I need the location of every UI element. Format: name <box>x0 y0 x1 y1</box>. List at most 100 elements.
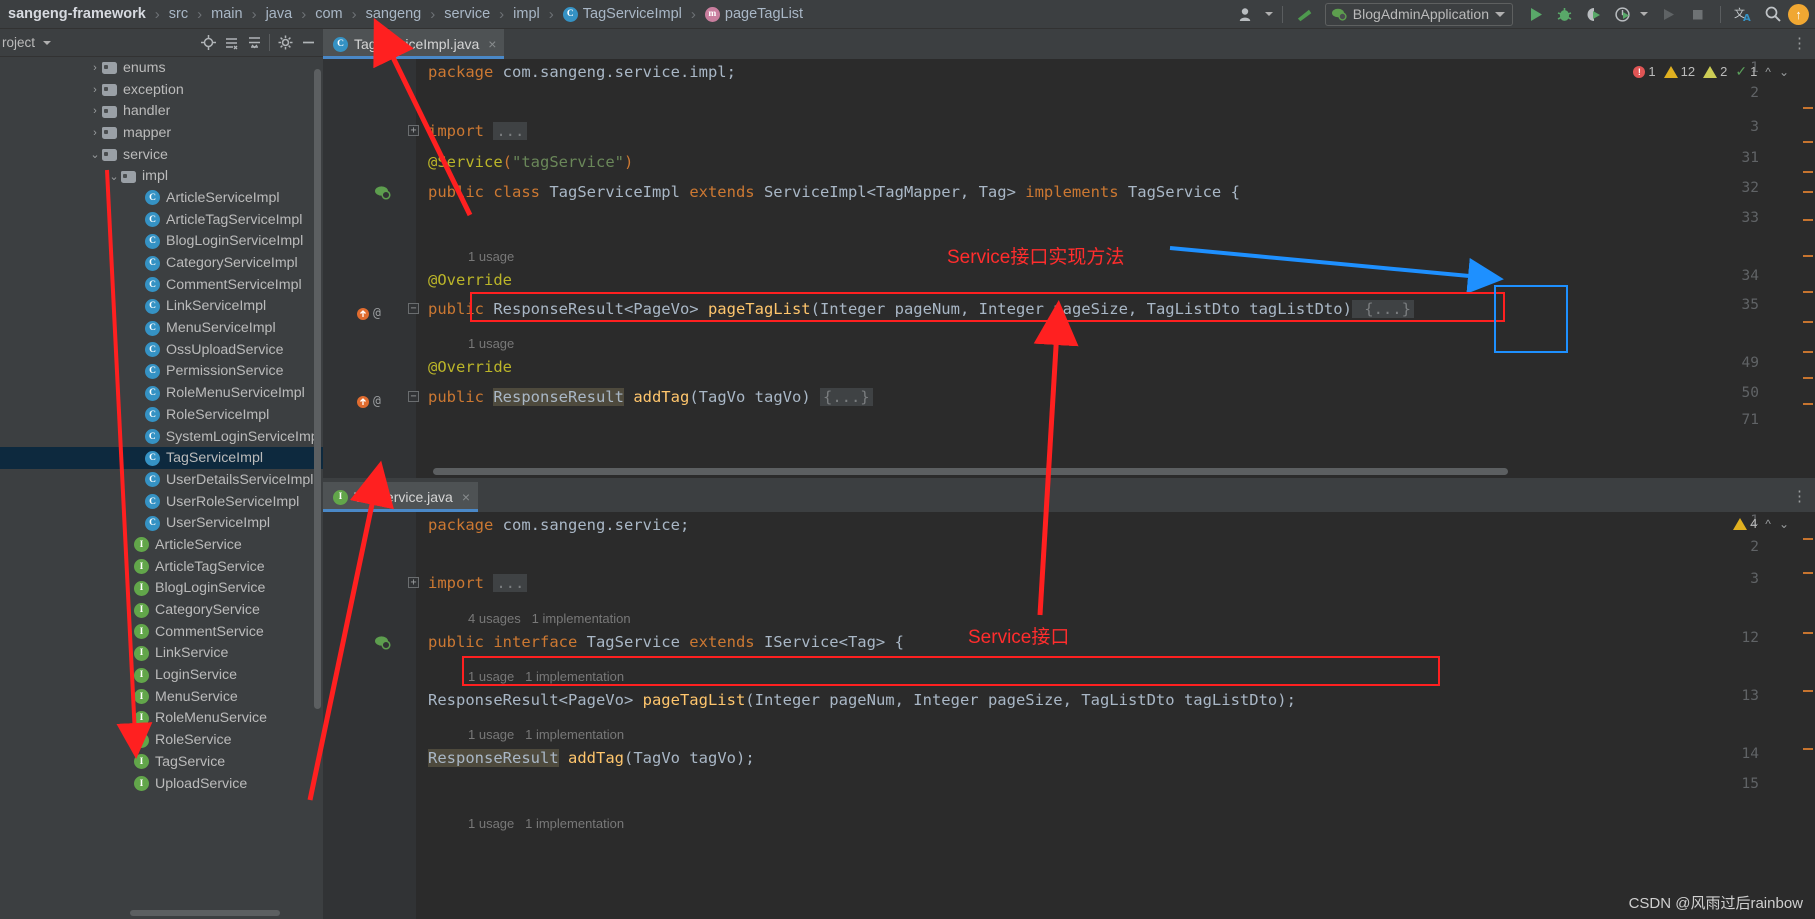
implementing-method-icon[interactable] <box>356 395 370 409</box>
implementing-method-icon[interactable] <box>356 307 370 321</box>
tree-item-blogloginservice[interactable]: I BlogLoginService <box>0 578 323 600</box>
tree-item-menuservice[interactable]: I MenuService <box>0 686 323 708</box>
usage-hint[interactable]: 4 usages 1 implementation <box>468 606 631 631</box>
fold-toggle-icon[interactable]: + <box>408 125 419 136</box>
code-line[interactable]: @Service("tagService") <box>428 150 633 175</box>
chevron-right-icon[interactable]: › <box>88 105 102 117</box>
tree-item-tagservice[interactable]: I TagService <box>0 751 323 773</box>
tree-item-roleserviceimpl[interactable]: C RoleServiceImpl <box>0 404 323 426</box>
tree-item-enums[interactable]: › enums <box>0 57 323 79</box>
tree-item-uploadservice[interactable]: I UploadService <box>0 773 323 795</box>
tree-item-categoryservice[interactable]: I CategoryService <box>0 599 323 621</box>
breadcrumb-item-main[interactable]: main <box>211 6 242 22</box>
fold-toggle-icon[interactable]: + <box>408 577 419 588</box>
folded-body[interactable]: {...} <box>819 388 873 406</box>
tree-item-impl[interactable]: ⌄ impl <box>0 165 323 187</box>
editor-horizontal-scrollbar-top[interactable] <box>433 468 1508 475</box>
folded-imports[interactable]: ... <box>493 122 528 140</box>
chevron-down-icon[interactable]: ⌄ <box>1779 66 1789 78</box>
user-avatar-icon[interactable] <box>1234 2 1261 26</box>
ok-count[interactable]: ✓ 1 <box>1735 63 1757 80</box>
chevron-up-icon[interactable]: ^ <box>1765 518 1771 530</box>
breadcrumb-item-java[interactable]: java <box>266 6 293 22</box>
fold-toggle-icon[interactable]: − <box>408 303 419 314</box>
sidebar-horizontal-scrollbar[interactable] <box>130 910 280 916</box>
stop-icon[interactable] <box>1684 2 1711 26</box>
run-with-coverage-icon[interactable] <box>1580 2 1607 26</box>
tree-item-exception[interactable]: › exception <box>0 79 323 101</box>
error-count[interactable]: ! 1 <box>1633 64 1656 79</box>
code-line[interactable]: package com.sangeng.service; <box>428 513 689 538</box>
hide-panel-icon[interactable] <box>297 32 319 54</box>
warning-count[interactable]: 12 <box>1663 64 1695 79</box>
tree-item-systemloginserviceimpl[interactable]: C SystemLoginServiceImpl <box>0 426 323 448</box>
debug-icon[interactable] <box>1551 2 1578 26</box>
tree-item-linkserviceimpl[interactable]: C LinkServiceImpl <box>0 296 323 318</box>
code-line[interactable]: @Override <box>428 355 512 380</box>
code-line[interactable]: public ResponseResult addTag(TagVo tagVo… <box>428 385 873 410</box>
chevron-right-icon[interactable]: › <box>88 84 102 96</box>
tree-item-linkservice[interactable]: I LinkService <box>0 643 323 665</box>
search-icon[interactable] <box>1759 2 1786 26</box>
tab-tagserviceimpl[interactable]: C TagServiceImpl.java × <box>323 29 505 59</box>
translate-icon[interactable]: 文A <box>1730 2 1757 26</box>
code-line[interactable]: public interface TagService extends ISer… <box>428 630 904 655</box>
code-content-top[interactable]: package com.sangeng.service.impl; + import… <box>357 59 1815 482</box>
profile-icon[interactable] <box>1609 2 1636 26</box>
breadcrumb-item-sangeng-framework[interactable]: sangeng-framework <box>8 6 146 22</box>
close-icon[interactable]: × <box>488 36 496 52</box>
tree-item-mapper[interactable]: › mapper <box>0 122 323 144</box>
breadcrumb-item-pagetaglist[interactable]: m pageTagList <box>704 6 803 22</box>
chevron-down-icon[interactable] <box>1264 12 1273 16</box>
warning-count[interactable]: 4 <box>1733 516 1757 531</box>
folded-imports[interactable]: ... <box>493 574 528 592</box>
folded-body[interactable]: {...} <box>1351 300 1414 318</box>
chevron-right-icon[interactable]: › <box>88 127 102 139</box>
code-editor-top[interactable]: ! 1 12 2 ✓ 1 ^ ⌄ package com.sangeng.ser… <box>323 59 1815 482</box>
breadcrumb-item-impl[interactable]: impl <box>513 6 540 22</box>
breadcrumb-item-service[interactable]: service <box>444 6 490 22</box>
close-icon[interactable]: × <box>462 489 470 505</box>
tree-item-articleserviceimpl[interactable]: C ArticleServiceImpl <box>0 187 323 209</box>
code-line[interactable]: ResponseResult addTag(TagVo tagVo); <box>428 746 755 771</box>
weak-warning-count[interactable]: 2 <box>1703 64 1727 79</box>
usage-hint[interactable]: 1 usage <box>468 244 514 269</box>
override-annotation-icon[interactable]: @ <box>373 389 381 414</box>
tree-item-ossuploadservice[interactable]: C OssUploadService <box>0 339 323 361</box>
chevron-down-icon[interactable] <box>1640 12 1648 16</box>
tree-item-service[interactable]: ⌄ service <box>0 144 323 166</box>
code-line[interactable]: public ResponseResult<PageVo> pageTagLis… <box>428 297 1414 322</box>
fold-toggle-icon[interactable]: − <box>408 391 419 402</box>
editor-options-bottom[interactable]: ⋮ <box>1792 482 1815 512</box>
chevron-down-icon[interactable]: ⌄ <box>107 170 121 183</box>
code-line[interactable]: ResponseResult<PageVo> pageTagList(Integ… <box>428 688 1296 713</box>
tree-item-rolemenuserviceimpl[interactable]: C RoleMenuServiceImpl <box>0 382 323 404</box>
gutter-top[interactable] <box>323 59 416 482</box>
marker-bar-bottom[interactable] <box>1801 512 1815 919</box>
tree-item-categoryserviceimpl[interactable]: C CategoryServiceImpl <box>0 252 323 274</box>
code-line[interactable]: package com.sangeng.service.impl; <box>428 60 736 85</box>
chevron-down-icon[interactable] <box>1495 11 1505 17</box>
breadcrumb-item-tagserviceimpl[interactable]: C TagServiceImpl <box>562 6 682 22</box>
gutter-bottom[interactable] <box>323 512 416 919</box>
tree-item-userroleserviceimpl[interactable]: C UserRoleServiceImpl <box>0 491 323 513</box>
tree-item-menuserviceimpl[interactable]: C MenuServiceImpl <box>0 317 323 339</box>
breadcrumb-item-sangeng[interactable]: sangeng <box>366 6 422 22</box>
settings-icon[interactable] <box>274 32 296 54</box>
run-icon[interactable] <box>1522 2 1549 26</box>
usage-hint[interactable]: 1 usage 1 implementation <box>468 664 624 689</box>
tree-item-handler[interactable]: › handler <box>0 100 323 122</box>
tree-item-commentserviceimpl[interactable]: C CommentServiceImpl <box>0 274 323 296</box>
usage-hint[interactable]: 1 usage <box>468 331 514 356</box>
chevron-down-icon[interactable] <box>43 40 52 45</box>
tree-item-commentservice[interactable]: I CommentService <box>0 621 323 643</box>
attach-icon[interactable] <box>1655 2 1682 26</box>
gutter-icons[interactable]: @ <box>356 301 381 326</box>
tree-item-permissionservice[interactable]: C PermissionService <box>0 361 323 383</box>
chevron-up-icon[interactable]: ^ <box>1765 66 1771 78</box>
chevron-down-icon[interactable]: ⌄ <box>1779 518 1789 530</box>
usage-hint[interactable]: 1 usage 1 implementation <box>468 811 624 836</box>
sidebar-vertical-scrollbar[interactable] <box>314 69 321 709</box>
more-options-icon[interactable]: ⋮ <box>1792 36 1807 51</box>
spring-bean-gutter-icon[interactable] <box>374 634 391 651</box>
